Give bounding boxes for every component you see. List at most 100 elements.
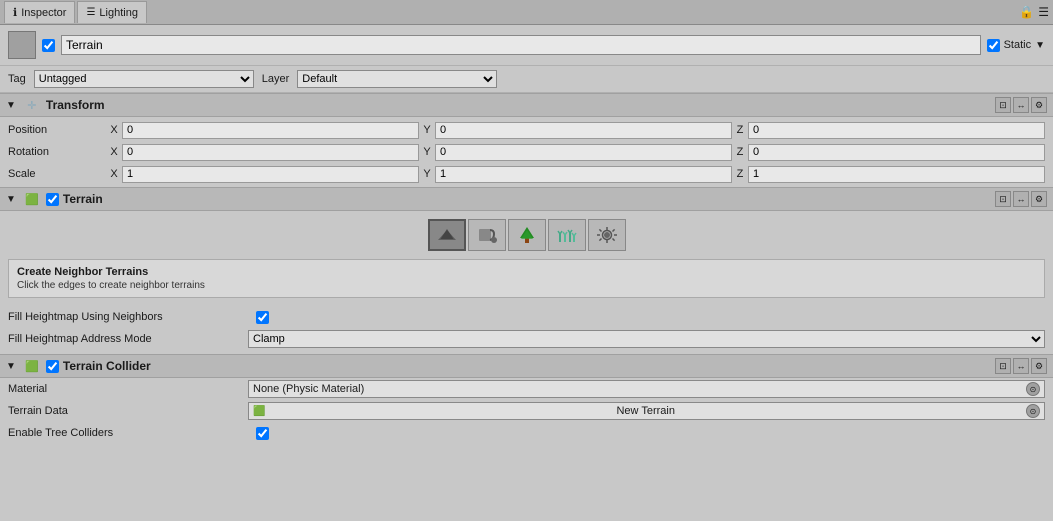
rotation-x-axis: X [108, 144, 419, 161]
rotation-z-input[interactable] [748, 144, 1045, 161]
terrain-title: Terrain [63, 192, 1047, 206]
position-x-input[interactable] [122, 122, 419, 139]
tag-select[interactable]: Untagged [34, 70, 254, 88]
position-row: Position X Y Z [0, 119, 1053, 141]
inspector-tab-icon: ℹ [13, 6, 17, 19]
position-y-label: Y [421, 124, 433, 136]
rotation-y-axis: Y [421, 144, 732, 161]
terrain-data-value: New Terrain [616, 405, 675, 417]
tab-lighting[interactable]: ☰ Lighting [77, 1, 147, 23]
transform-title: Transform [46, 98, 1047, 112]
rotation-y-input[interactable] [435, 144, 732, 161]
rotation-z-axis: Z [734, 144, 1045, 161]
collider-title: Terrain Collider [63, 359, 1047, 373]
scale-x-input[interactable] [122, 166, 419, 183]
static-dropdown-icon[interactable]: ▼ [1035, 40, 1045, 51]
terrain-data-icon: 🟩 [253, 406, 265, 417]
material-value-row: None (Physic Material) ⊙ [248, 380, 1045, 398]
collider-enabled-checkbox[interactable] [46, 360, 59, 373]
enable-tree-label: Enable Tree Colliders [8, 427, 248, 439]
transform-fields: Position X Y Z Rotation X Y [0, 117, 1053, 187]
fill-address-select[interactable]: Clamp Mirror Repeat [248, 330, 1045, 348]
inspector-tab-label: Inspector [21, 7, 66, 19]
terrain-btn-details[interactable] [548, 219, 586, 251]
object-header: Static ▼ [0, 25, 1053, 66]
tag-layer-row: Tag Untagged Layer Default [0, 66, 1053, 93]
terrain-btn-2[interactable]: ↔ [1013, 191, 1029, 207]
terrain-btn-gear[interactable]: ⚙ [1031, 191, 1047, 207]
collider-btn-gear[interactable]: ⚙ [1031, 358, 1047, 374]
terrain-section-icon: 🟩 [24, 191, 40, 207]
tab-inspector[interactable]: ℹ Inspector [4, 1, 75, 23]
position-z-axis: Z [734, 122, 1045, 139]
terrain-data-label: Terrain Data [8, 405, 248, 417]
terrain-body: Create Neighbor Terrains Click the edges… [0, 211, 1053, 350]
fill-address-label: Fill Heightmap Address Mode [8, 333, 248, 345]
fill-heightmap-row: Fill Heightmap Using Neighbors [0, 306, 1053, 328]
terrain-info-desc: Click the edges to create neighbor terra… [17, 280, 1036, 291]
terrain-data-circle-btn[interactable]: ⊙ [1026, 404, 1040, 418]
terrain-btn-paint-texture[interactable] [468, 219, 506, 251]
terrain-info-title: Create Neighbor Terrains [17, 266, 1036, 278]
position-x-axis: X [108, 122, 419, 139]
object-name-input[interactable] [61, 35, 981, 55]
terrain-enabled-checkbox[interactable] [46, 193, 59, 206]
material-row: Material None (Physic Material) ⊙ [0, 378, 1053, 400]
static-label: Static [1004, 39, 1032, 51]
scale-x-label: X [108, 168, 120, 180]
terrain-btn-1[interactable]: ⊡ [995, 191, 1011, 207]
material-value: None (Physic Material) [253, 383, 364, 395]
position-x-label: X [108, 124, 120, 136]
transform-icon: ✛ [24, 97, 40, 113]
position-y-axis: Y [421, 122, 732, 139]
scale-y-input[interactable] [435, 166, 732, 183]
collider-controls: ⊡ ↔ ⚙ [995, 358, 1047, 374]
terrain-section-header: ▼ 🟩 Terrain ⊡ ↔ ⚙ [0, 187, 1053, 211]
terrain-arrow[interactable]: ▼ [6, 194, 16, 205]
collider-btn-1[interactable]: ⊡ [995, 358, 1011, 374]
rotation-x-label: X [108, 146, 120, 158]
layer-label: Layer [262, 73, 290, 85]
object-enabled-checkbox[interactable] [42, 39, 55, 52]
collider-body: Material None (Physic Material) ⊙ Terrai… [0, 378, 1053, 444]
transform-btn-2[interactable]: ↔ [1013, 97, 1029, 113]
terrain-btn-settings[interactable] [588, 219, 626, 251]
transform-controls: ⊡ ↔ ⚙ [995, 97, 1047, 113]
terrain-btn-raise[interactable] [428, 219, 466, 251]
transform-btn-1[interactable]: ⊡ [995, 97, 1011, 113]
static-row: Static ▼ [987, 39, 1045, 52]
scale-z-input[interactable] [748, 166, 1045, 183]
fill-address-row: Fill Heightmap Address Mode Clamp Mirror… [0, 328, 1053, 350]
collider-arrow[interactable]: ▼ [6, 361, 16, 372]
scale-y-axis: Y [421, 166, 732, 183]
collider-section-icon: 🟩 [24, 358, 40, 374]
terrain-controls: ⊡ ↔ ⚙ [995, 191, 1047, 207]
terrain-data-value-row: 🟩 New Terrain ⊙ [248, 402, 1045, 420]
tabs-right: 🔒 ☰ [1019, 5, 1049, 19]
rotation-xyz: X Y Z [108, 144, 1045, 161]
collider-btn-2[interactable]: ↔ [1013, 358, 1029, 374]
position-z-input[interactable] [748, 122, 1045, 139]
menu-icon[interactable]: ☰ [1038, 5, 1049, 19]
tab-bar: ℹ Inspector ☰ Lighting 🔒 ☰ [0, 0, 1053, 25]
rotation-row: Rotation X Y Z [0, 141, 1053, 163]
rotation-x-input[interactable] [122, 144, 419, 161]
terrain-data-row: Terrain Data 🟩 New Terrain ⊙ [0, 400, 1053, 422]
scale-xyz: X Y Z [108, 166, 1045, 183]
scale-y-label: Y [421, 168, 433, 180]
terrain-info-box: Create Neighbor Terrains Click the edges… [8, 259, 1045, 298]
transform-arrow[interactable]: ▼ [6, 100, 16, 111]
position-y-input[interactable] [435, 122, 732, 139]
static-checkbox[interactable] [987, 39, 1000, 52]
terrain-btn-trees[interactable] [508, 219, 546, 251]
scale-z-axis: Z [734, 166, 1045, 183]
layer-select[interactable]: Default [297, 70, 497, 88]
material-circle-btn[interactable]: ⊙ [1026, 382, 1040, 396]
rotation-label: Rotation [8, 146, 108, 158]
fill-heightmap-checkbox[interactable] [256, 311, 269, 324]
transform-btn-gear[interactable]: ⚙ [1031, 97, 1047, 113]
lock-icon[interactable]: 🔒 [1019, 5, 1034, 19]
rotation-z-label: Z [734, 146, 746, 158]
rotation-y-label: Y [421, 146, 433, 158]
enable-tree-checkbox[interactable] [256, 427, 269, 440]
